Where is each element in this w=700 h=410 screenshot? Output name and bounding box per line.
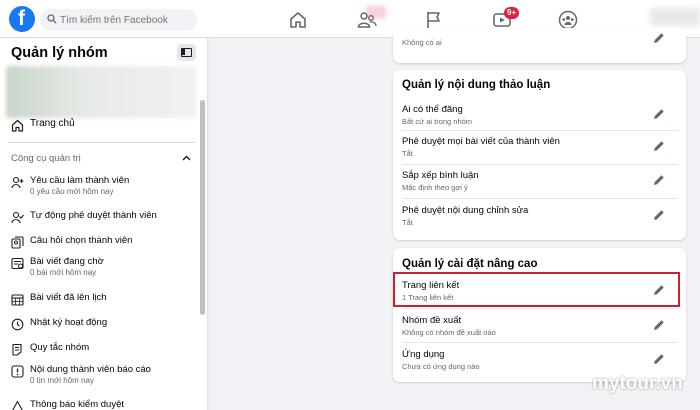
edit-pencil-icon[interactable]	[652, 139, 666, 153]
card-title: Quản lý cài đặt nâng cao	[402, 258, 538, 270]
admin-sidebar: Quản lý nhóm Trang chủ Công cụ quản trị …	[0, 38, 207, 410]
section-heading-admin-tools: Công cụ quản trị	[11, 153, 81, 164]
divider	[402, 130, 678, 131]
row-label: Phê duyệt nội dung chỉnh sửa	[402, 205, 529, 216]
sidebar-panel-icon	[181, 48, 192, 57]
sidebar-item-label: Bài viết đã lên lịch	[30, 292, 107, 303]
questions-icon	[11, 236, 24, 249]
divider	[402, 342, 678, 343]
settings-card-top: Không có ai	[393, 28, 686, 63]
account-area-blurred[interactable]	[650, 8, 700, 26]
row-subtext: Bất cứ ai trong nhóm	[402, 117, 473, 126]
advanced-settings-card: Quản lý cài đặt nâng cao Trang liên kết …	[393, 248, 686, 382]
discussion-settings-card: Quản lý nội dung thảo luận Ai có thể đăn…	[393, 70, 686, 240]
sidebar-item-label: Nhật ký hoạt động	[30, 317, 108, 328]
sidebar-item-label: Trang chủ	[30, 118, 75, 129]
search-icon	[47, 14, 57, 24]
pending-posts-icon	[11, 257, 24, 270]
row-subtext: Không có ai	[402, 38, 442, 47]
sidebar-item-label: Nội dung thành viên báo cáo	[30, 364, 151, 375]
person-add-icon	[11, 176, 24, 189]
edit-pencil-icon[interactable]	[652, 173, 666, 187]
row-label: Nhóm đề xuất	[402, 315, 462, 326]
calendar-icon	[11, 294, 24, 306]
group-info-blurred[interactable]	[6, 66, 196, 118]
sidebar-item-label: Câu hỏi chọn thành viên	[30, 235, 133, 246]
sidebar-item-label: Bài viết đang chờ	[30, 256, 104, 267]
chevron-up-icon[interactable]	[182, 155, 191, 161]
setting-row-apps[interactable]: Ứng dụng Chưa có ứng dụng nào	[402, 349, 678, 373]
sidebar-item-subtext: 0 yêu cầu mới hôm nay	[30, 187, 114, 196]
sidebar-title: Quản lý nhóm	[11, 45, 108, 61]
friends-icon[interactable]	[357, 10, 377, 30]
sidebar-scrollbar[interactable]	[200, 100, 205, 315]
row-label: Phê duyệt mọi bài viết của thành viên	[402, 136, 560, 147]
watermark-logo: mytour.vn	[592, 373, 683, 394]
sidebar-item-label: Quy tắc nhóm	[30, 342, 90, 353]
video-notification-badge: 9+	[504, 7, 520, 19]
setting-row-sort-comments[interactable]: Sắp xếp bình luận Mặc định theo gợi ý	[402, 170, 678, 194]
row-label: Sắp xếp bình luận	[402, 170, 479, 181]
sidebar-item-label: Thông báo kiểm duyệt	[30, 399, 125, 410]
divider	[402, 164, 678, 165]
sidebar-item-label: Yêu cầu làm thành viên	[30, 175, 130, 186]
alert-icon	[12, 400, 23, 410]
row-subtext: Mặc định theo gợi ý	[402, 183, 468, 192]
highlight-box	[393, 272, 680, 307]
row-subtext: Tắt	[402, 218, 413, 227]
row-label: Ứng dụng	[402, 349, 445, 360]
facebook-logo[interactable]: f	[9, 6, 35, 32]
card-title: Quản lý nội dung thảo luận	[402, 79, 551, 91]
edit-pencil-icon[interactable]	[652, 318, 666, 332]
row-subtext: Tắt	[402, 149, 413, 158]
setting-row-who-can-post[interactable]: Ai có thể đăng Bất cứ ai trong nhóm	[402, 104, 678, 128]
sidebar-item-label: Tự động phê duyệt thành viên	[30, 210, 157, 221]
report-icon	[11, 365, 24, 378]
edit-pencil-icon[interactable]	[652, 107, 666, 121]
collapse-sidebar-button[interactable]	[177, 44, 196, 61]
home-icon[interactable]	[288, 10, 308, 30]
search-box[interactable]	[40, 9, 197, 31]
rules-icon	[12, 343, 22, 356]
row-subtext: Không có nhóm đề xuất nào	[402, 328, 496, 337]
sidebar-item-subtext: 0 tin mới hôm nay	[30, 376, 94, 385]
home-icon	[11, 119, 24, 132]
setting-row-approve-edits[interactable]: Phê duyệt nội dung chỉnh sửa Tắt	[402, 205, 678, 229]
divider	[402, 198, 678, 199]
search-input[interactable]	[60, 11, 192, 29]
sidebar-item-subtext: 0 bài mới hôm nay	[30, 268, 97, 277]
row-subtext: Chưa có ứng dụng nào	[402, 362, 480, 371]
setting-row-suggested-groups[interactable]: Nhóm đề xuất Không có nhóm đề xuất nào	[402, 315, 678, 339]
pages-flag-icon[interactable]	[424, 10, 444, 30]
setting-row-approve-posts[interactable]: Phê duyệt mọi bài viết của thành viên Tắ…	[402, 136, 678, 160]
clock-icon	[11, 318, 24, 331]
divider	[402, 308, 678, 309]
row-label: Ai có thể đăng	[402, 104, 463, 115]
edit-pencil-icon[interactable]	[652, 352, 666, 366]
edit-pencil-icon[interactable]	[652, 208, 666, 222]
edit-pencil-icon[interactable]	[652, 31, 666, 45]
groups-icon[interactable]	[558, 10, 578, 30]
person-check-icon	[11, 211, 24, 224]
